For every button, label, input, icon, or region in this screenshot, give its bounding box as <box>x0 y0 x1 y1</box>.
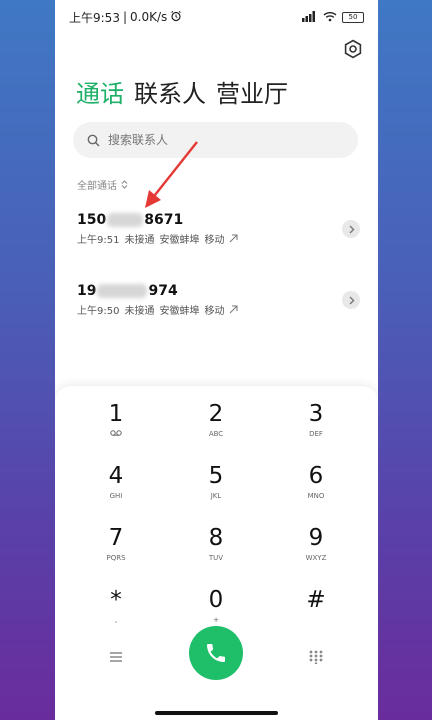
key-digit: # <box>306 587 326 613</box>
status-time: 上午9:53 <box>69 10 120 25</box>
chevron-right-icon <box>349 225 354 233</box>
key-2[interactable]: 2 ABC <box>171 400 261 452</box>
key-digit: 0 <box>208 587 224 613</box>
dialpad: 1 2 ABC 3 DEF 4 GHI 5 JKL 6 MNO 7 PQRS 8 TUV 9 WXYZ *, 0 + # <box>55 386 378 720</box>
call-meta: 上午9:50 未接通 安徽蚌埠 移动 <box>77 302 360 317</box>
call-log-item[interactable]: 19 974 上午9:50 未接通 安徽蚌埠 移动 <box>77 283 360 327</box>
call-carrier: 移动 <box>204 306 225 317</box>
key-digit: 3 <box>308 401 324 427</box>
call-number: 19 974 <box>77 283 360 299</box>
search-icon <box>87 134 100 146</box>
dialpad-bottom-row <box>55 626 378 682</box>
key-letters: ABC <box>208 430 224 438</box>
key-letters: GHI <box>109 492 123 500</box>
call-location: 安徽蚌埠 <box>159 235 200 246</box>
phone-icon <box>207 644 225 662</box>
call-button[interactable] <box>189 626 243 680</box>
number-redaction <box>97 284 148 298</box>
key-digit: 4 <box>108 463 124 489</box>
settings-button[interactable] <box>342 38 364 60</box>
key-9[interactable]: 9 WXYZ <box>271 524 361 576</box>
chevron-right-icon <box>349 296 354 304</box>
key-letters: WXYZ <box>305 554 327 562</box>
alarm-icon <box>170 10 182 25</box>
top-tabs: 通话 联系人 营业厅 <box>76 74 288 109</box>
annotation-arrow-icon <box>145 141 198 208</box>
gear-icon <box>344 39 362 59</box>
call-carrier: 移动 <box>204 235 225 246</box>
menu-icon <box>110 652 122 662</box>
signal-icon <box>302 10 318 24</box>
number-suffix: 974 <box>148 283 178 299</box>
outgoing-arrow-icon <box>230 305 238 314</box>
call-filter-dropdown[interactable]: 全部通话 <box>77 177 128 192</box>
status-bar: 上午9:53 | 0.0K/s 50 <box>55 0 378 34</box>
tab-contacts[interactable]: 联系人 <box>134 74 206 109</box>
key-letters: MNO <box>307 492 325 500</box>
filter-label: 全部通话 <box>77 181 117 192</box>
call-detail-button[interactable] <box>342 220 360 238</box>
key-3[interactable]: 3 DEF <box>271 400 361 452</box>
menu-button[interactable] <box>105 646 127 668</box>
voicemail-icon <box>71 430 161 438</box>
search-bar[interactable] <box>73 122 358 158</box>
key-digit: 6 <box>308 463 324 489</box>
key-8[interactable]: 8 TUV <box>171 524 261 576</box>
call-time: 上午9:50 <box>77 306 120 317</box>
key-letters: + <box>213 616 219 624</box>
key-digit: 8 <box>208 525 224 551</box>
key-digit: 1 <box>108 401 124 427</box>
key-1[interactable]: 1 <box>71 400 161 452</box>
battery-indicator: 50 <box>342 11 364 23</box>
call-meta: 上午9:51 未接通 安徽蚌埠 移动 <box>77 231 360 246</box>
keypad-icon <box>309 650 323 664</box>
sort-icon <box>121 180 128 189</box>
tab-calls[interactable]: 通话 <box>76 74 124 109</box>
key-digit: 5 <box>208 463 224 489</box>
hide-keypad-button[interactable] <box>305 646 327 668</box>
key-7[interactable]: 7 PQRS <box>71 524 161 576</box>
call-number: 150 8671 <box>77 212 360 228</box>
call-log-item[interactable]: 150 8671 上午9:51 未接通 安徽蚌埠 移动 <box>77 212 360 256</box>
key-letters: DEF <box>309 430 323 438</box>
key-4[interactable]: 4 GHI <box>71 462 161 514</box>
key-letters: PQRS <box>106 554 126 562</box>
phone-screen: 上午9:53 | 0.0K/s 50 通话 联系人 营业厅 全部通话 <box>55 0 378 720</box>
network-speed: 0.0K/s <box>130 10 168 24</box>
number-prefix: 19 <box>77 283 97 299</box>
key-6[interactable]: 6 MNO <box>271 462 361 514</box>
call-status: 未接通 <box>124 306 155 317</box>
number-redaction <box>107 213 144 227</box>
call-status: 未接通 <box>124 235 155 246</box>
key-letters: TUV <box>208 554 224 562</box>
call-time: 上午9:51 <box>77 235 120 246</box>
key-digit: * <box>110 587 122 613</box>
number-prefix: 150 <box>77 212 107 228</box>
wifi-icon <box>323 11 337 24</box>
tab-service-hall[interactable]: 营业厅 <box>216 74 288 109</box>
key-letters: JKL <box>210 492 222 500</box>
outgoing-arrow-icon <box>230 234 238 243</box>
key-digit: 7 <box>108 525 124 551</box>
key-digit: 9 <box>308 525 324 551</box>
status-separator: | <box>122 10 127 24</box>
call-location: 安徽蚌埠 <box>159 306 200 317</box>
key-5[interactable]: 5 JKL <box>171 462 261 514</box>
key-digit: 2 <box>208 401 224 427</box>
call-detail-button[interactable] <box>342 291 360 309</box>
key-letters: , <box>114 616 118 624</box>
number-suffix: 8671 <box>144 212 184 228</box>
home-indicator <box>155 711 278 715</box>
